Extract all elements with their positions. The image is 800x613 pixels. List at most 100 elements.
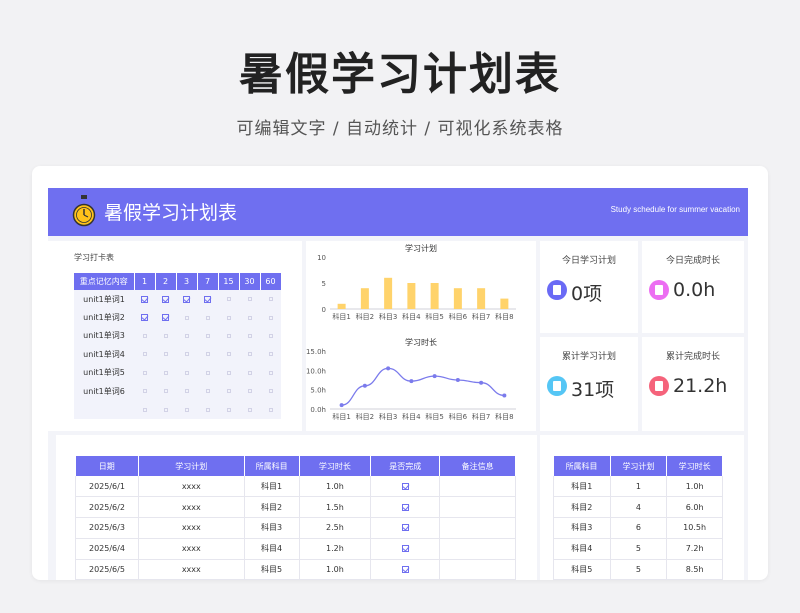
date-cell[interactable]: 2025/6/5 xyxy=(75,559,139,580)
plan-cell[interactable]: xxxx xyxy=(138,517,245,539)
summary-header-cell: 学习计划 xyxy=(610,456,668,476)
unchecked-checkbox[interactable] xyxy=(226,407,231,412)
unchecked-checkbox[interactable] xyxy=(268,297,273,302)
unchecked-checkbox[interactable] xyxy=(268,315,273,320)
unchecked-checkbox[interactable] xyxy=(268,370,273,375)
today-plan-value: 0项 xyxy=(571,283,603,305)
data-point xyxy=(432,374,437,379)
unchecked-checkbox[interactable] xyxy=(226,333,231,338)
unchecked-checkbox[interactable] xyxy=(226,389,231,394)
unchecked-checkbox[interactable] xyxy=(163,352,168,357)
unchecked-checkbox[interactable] xyxy=(247,315,252,320)
unchecked-checkbox[interactable] xyxy=(226,352,231,357)
unchecked-checkbox[interactable] xyxy=(184,370,189,375)
unchecked-checkbox[interactable] xyxy=(184,352,189,357)
checked-checkbox[interactable] xyxy=(401,566,409,574)
hours-cell[interactable]: 2.5h xyxy=(299,517,372,539)
unchecked-checkbox[interactable] xyxy=(247,297,252,302)
unchecked-checkbox[interactable] xyxy=(205,407,210,412)
unchecked-checkbox[interactable] xyxy=(142,333,147,338)
subject-cell[interactable]: 科目3 xyxy=(244,517,300,539)
unchecked-checkbox[interactable] xyxy=(205,352,210,357)
summary-header-cell: 学习时长 xyxy=(666,456,723,476)
hours-cell[interactable]: 1.5h xyxy=(299,496,372,519)
unchecked-checkbox[interactable] xyxy=(142,352,147,357)
unchecked-checkbox[interactable] xyxy=(184,315,189,320)
unchecked-checkbox[interactable] xyxy=(205,315,210,320)
unchecked-checkbox[interactable] xyxy=(184,389,189,394)
checked-checkbox[interactable] xyxy=(141,314,148,322)
subject-cell[interactable]: 科目1 xyxy=(244,476,300,498)
unchecked-checkbox[interactable] xyxy=(142,389,147,394)
done-cell xyxy=(370,559,441,580)
checked-checkbox[interactable] xyxy=(401,482,409,490)
checked-checkbox[interactable] xyxy=(183,295,190,303)
x-tick-label: 科目5 xyxy=(425,312,443,321)
checked-checkbox[interactable] xyxy=(401,503,409,511)
punch-check-cell xyxy=(260,326,281,346)
hours-cell[interactable]: 1.0h xyxy=(299,476,372,498)
unchecked-checkbox[interactable] xyxy=(247,333,252,338)
table-row: 2025/6/4 xxxx 科目4 1.2h xyxy=(75,538,516,560)
checked-checkbox[interactable] xyxy=(401,524,409,532)
date-cell[interactable]: 2025/6/4 xyxy=(75,538,139,560)
punch-header-cell: 15 xyxy=(218,273,240,290)
unchecked-checkbox[interactable] xyxy=(163,370,168,375)
unchecked-checkbox[interactable] xyxy=(226,315,231,320)
x-tick-label: 科目2 xyxy=(356,312,374,321)
note-cell[interactable] xyxy=(439,559,516,580)
plan-cell[interactable]: xxxx xyxy=(138,476,245,498)
unchecked-checkbox[interactable] xyxy=(184,407,189,412)
unchecked-checkbox[interactable] xyxy=(226,370,231,375)
plan-cell[interactable]: xxxx xyxy=(138,559,245,580)
punch-row: unit1单词2 xyxy=(74,308,281,327)
x-tick-label: 科目1 xyxy=(332,312,350,321)
unchecked-checkbox[interactable] xyxy=(247,407,252,412)
unchecked-checkbox[interactable] xyxy=(205,389,210,394)
table-row: 科目2 4 6.0h xyxy=(553,496,723,519)
checked-checkbox[interactable] xyxy=(141,295,148,303)
hours-cell[interactable]: 1.0h xyxy=(299,559,372,580)
unchecked-checkbox[interactable] xyxy=(142,407,147,412)
unchecked-checkbox[interactable] xyxy=(163,333,168,338)
unchecked-checkbox[interactable] xyxy=(247,352,252,357)
subject-cell[interactable]: 科目4 xyxy=(244,538,300,560)
date-cell[interactable]: 2025/6/1 xyxy=(75,476,139,498)
punch-check-cell xyxy=(239,345,260,364)
date-cell[interactable]: 2025/6/2 xyxy=(75,496,139,519)
subject-cell[interactable]: 科目2 xyxy=(244,496,300,519)
unchecked-checkbox[interactable] xyxy=(184,333,189,338)
unchecked-checkbox[interactable] xyxy=(205,370,210,375)
date-cell[interactable]: 2025/6/3 xyxy=(75,517,139,539)
checked-checkbox[interactable] xyxy=(162,295,169,303)
unchecked-checkbox[interactable] xyxy=(163,389,168,394)
checked-checkbox[interactable] xyxy=(204,295,211,303)
checked-checkbox[interactable] xyxy=(162,314,169,322)
note-cell[interactable] xyxy=(439,496,516,519)
plan-cell[interactable]: xxxx xyxy=(138,496,245,519)
note-cell[interactable] xyxy=(439,517,516,539)
unchecked-checkbox[interactable] xyxy=(163,407,168,412)
punch-check-cell xyxy=(134,290,155,309)
note-cell[interactable] xyxy=(439,538,516,560)
unchecked-checkbox[interactable] xyxy=(268,333,273,338)
unchecked-checkbox[interactable] xyxy=(247,370,252,375)
y-tick-label: 0.0h xyxy=(310,406,326,414)
punch-check-cell xyxy=(239,363,260,382)
checked-checkbox[interactable] xyxy=(401,545,409,553)
unchecked-checkbox[interactable] xyxy=(142,370,147,375)
note-cell[interactable] xyxy=(439,476,516,498)
chart-title: 学习时长 xyxy=(405,337,437,347)
punch-check-cell xyxy=(155,363,176,382)
unchecked-checkbox[interactable] xyxy=(268,352,273,357)
punch-check-cell xyxy=(134,345,155,364)
unchecked-checkbox[interactable] xyxy=(205,333,210,338)
unchecked-checkbox[interactable] xyxy=(247,389,252,394)
unchecked-checkbox[interactable] xyxy=(226,297,231,302)
unchecked-checkbox[interactable] xyxy=(268,407,273,412)
subject-cell[interactable]: 科目5 xyxy=(244,559,300,580)
unchecked-checkbox[interactable] xyxy=(268,389,273,394)
plan-cell[interactable]: xxxx xyxy=(138,538,245,560)
punch-item xyxy=(74,400,134,419)
hours-cell[interactable]: 1.2h xyxy=(299,538,372,560)
